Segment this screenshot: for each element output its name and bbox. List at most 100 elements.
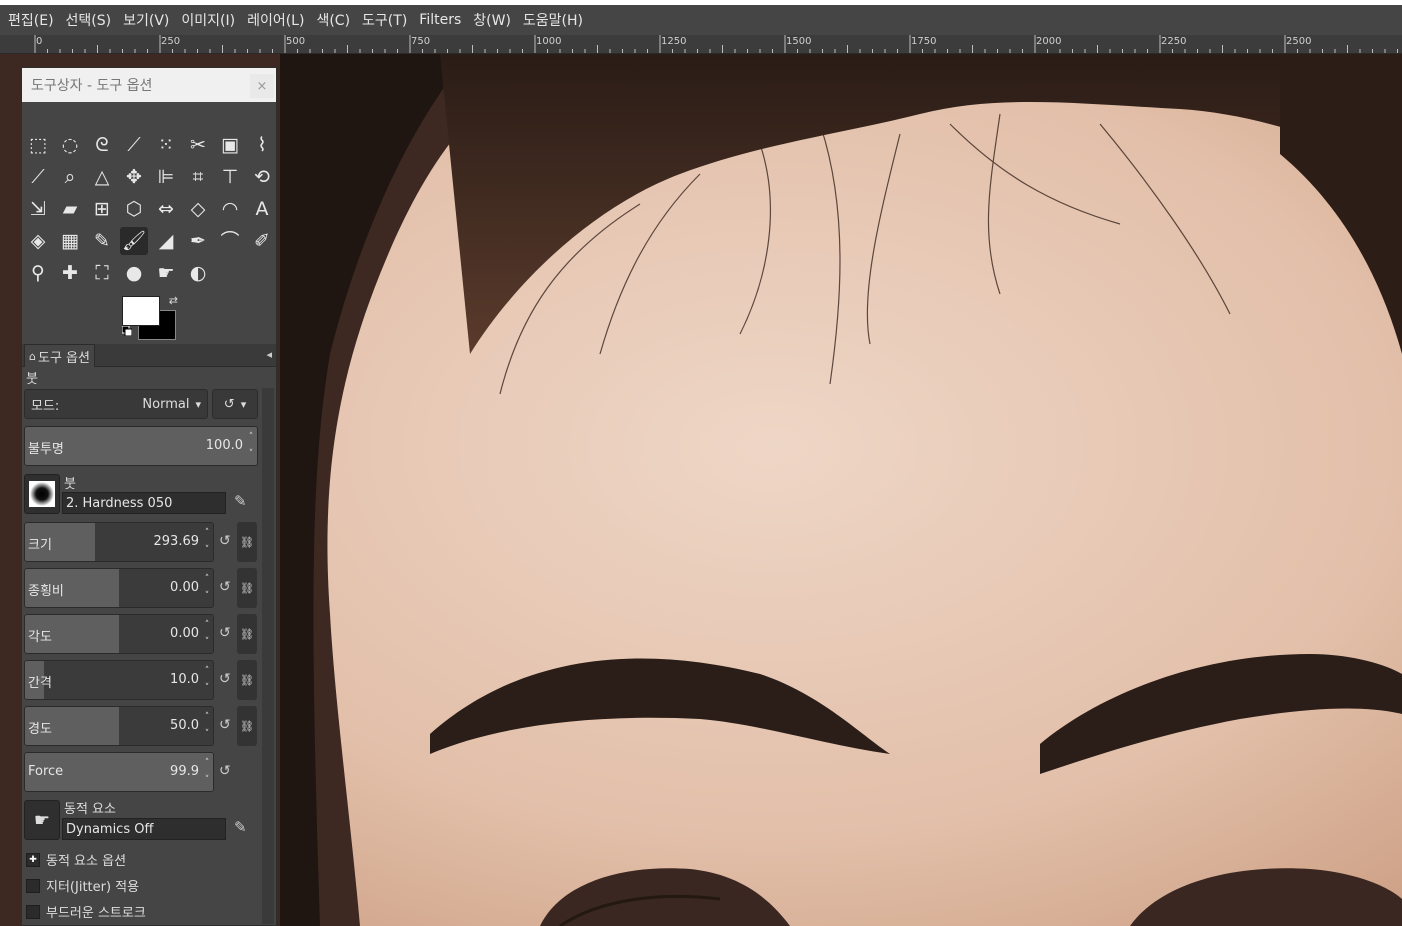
spin-arrows[interactable]: ˄ ˅ [202,617,212,651]
ruler-label: 2500 [1286,36,1312,47]
perspective-icon[interactable]: ⊞ [88,195,116,223]
text-icon[interactable]: A [248,195,276,223]
unified-transform-icon[interactable]: ⊤ [216,163,244,191]
paintbrush-icon[interactable]: 🖌 [120,227,148,255]
menu-select[interactable]: 선택(S) [60,10,118,30]
flip-icon[interactable]: ⇔ [152,195,180,223]
size-value: 293.69 [153,534,200,549]
fuzzy-select-icon[interactable]: ⟋ [120,131,148,159]
3d-transform-icon[interactable]: ⬡ [120,195,148,223]
spin-arrows[interactable]: ˄ ˅ [202,663,212,697]
blur-icon[interactable]: ● [120,259,148,287]
force-slider[interactable]: Force 99.9 ˄ ˅ [24,752,214,792]
jitter-checkbox[interactable]: 지터(Jitter) 적용 [26,876,139,895]
pencil-icon[interactable]: ✎ [88,227,116,255]
scale-icon[interactable]: ⇲ [24,195,52,223]
foreground-color-swatch[interactable] [122,296,160,326]
mode-reset-combo[interactable]: ↺ ▾ [212,389,258,419]
size-slider[interactable]: 크기 293.69 ˄ ˅ [24,522,214,562]
spin-arrows[interactable]: ˄ ˅ [202,709,212,743]
link-spacing-icon[interactable]: ⛓ [237,660,257,700]
ruler-label: 750 [411,36,431,47]
dodge-burn-icon[interactable]: ◐ [184,259,212,287]
smudge-icon[interactable]: ☛ [152,259,180,287]
warp-transform-icon[interactable]: ◠ [216,195,244,223]
spin-arrows[interactable]: ˄ ˅ [202,525,212,559]
reset-spacing-icon[interactable]: ↺ [219,671,231,687]
swap-colors-icon[interactable]: ⇄ [169,294,178,307]
mode-combo[interactable]: 모드: Normal ▾ [24,389,208,419]
tab-tool-options[interactable]: ⌂ 도구 옵션 [24,344,95,367]
spin-arrows[interactable]: ˄ ˅ [202,755,212,789]
dynamics-name-field[interactable]: Dynamics Off [62,818,226,840]
mypaint-brush-icon[interactable]: ✐ [248,227,276,255]
heal-icon[interactable]: ✚ [56,259,84,287]
link-angle-icon[interactable]: ⛓ [237,614,257,654]
eraser-icon[interactable]: ◢ [152,227,180,255]
shear-icon[interactable]: ▰ [56,195,84,223]
opacity-slider[interactable]: 불투명 100.0 ˄ ˅ [24,426,258,466]
angle-label: 각도 [28,630,52,645]
menu-tools[interactable]: 도구(T) [356,10,413,30]
spacing-slider[interactable]: 간격 10.0 ˄ ˅ [24,660,214,700]
scissors-icon[interactable]: ✂ [184,131,212,159]
foreground-select-icon[interactable]: ▣ [216,131,244,159]
menu-filters[interactable]: Filters [413,12,467,28]
move-icon[interactable]: ✥ [120,163,148,191]
link-hardness-icon[interactable]: ⛓ [237,706,257,746]
menu-colors[interactable]: 색(C) [310,10,356,30]
hardness-slider[interactable]: 경도 50.0 ˄ ˅ [24,706,214,746]
zoom-icon[interactable]: ⌕ [56,163,84,191]
menu-windows[interactable]: 창(W) [467,10,517,30]
perspective-clone-icon[interactable]: ⛶ [88,259,116,287]
smooth-stroke-checkbox[interactable]: 부드러운 스트로크 [26,902,146,921]
brush-label: 붓 [64,477,76,492]
close-icon[interactable]: × [250,74,274,98]
ellipse-select-icon[interactable]: ◌ [56,131,84,159]
reset-size-icon[interactable]: ↺ [219,533,231,549]
edit-dynamics-icon[interactable]: ✎ [234,818,247,836]
select-by-color-icon[interactable]: ⁙ [152,131,180,159]
reset-angle-icon[interactable]: ↺ [219,625,231,641]
airbrush-icon[interactable]: ✒ [184,227,212,255]
smooth-label: 부드러운 스트로크 [46,906,146,921]
ruler-label: 1000 [536,36,562,47]
reset-force-icon[interactable]: ↺ [219,763,231,779]
spin-arrows[interactable]: ˄ ˅ [202,571,212,605]
dock-titlebar[interactable]: 도구상자 - 도구 옵션 × [22,68,276,102]
angle-slider[interactable]: 각도 0.00 ˄ ˅ [24,614,214,654]
gradient-icon[interactable]: ▦ [56,227,84,255]
reset-hardness-icon[interactable]: ↺ [219,717,231,733]
align-icon[interactable]: ⊫ [152,163,180,191]
horizontal-ruler[interactable]: 0 250 500 750 1000 1250 1500 1750 2000 2… [0,35,1402,54]
clone-icon[interactable]: ⚲ [24,259,52,287]
reset-aspect-icon[interactable]: ↺ [219,579,231,595]
link-aspect-icon[interactable]: ⛓ [237,568,257,608]
options-scrollbar[interactable] [262,388,274,924]
paths-icon[interactable]: ⌇ [248,131,276,159]
menu-image[interactable]: 이미지(I) [175,10,241,30]
spin-arrows[interactable]: ˄ ˅ [246,429,256,463]
brush-preview[interactable] [24,474,60,514]
dynamics-options-expander[interactable]: ✚ 동적 요소 옵션 [26,850,126,869]
cage-transform-icon[interactable]: ◇ [184,195,212,223]
aspect-ratio-slider[interactable]: 종횡비 0.00 ˄ ˅ [24,568,214,608]
edit-brush-icon[interactable]: ✎ [234,492,247,510]
tab-menu-icon[interactable]: ◂ [266,348,272,361]
menu-help[interactable]: 도움말(H) [517,10,589,30]
default-colors-icon[interactable] [122,326,132,336]
dynamics-preview[interactable]: ☛ [24,800,60,840]
crop-icon[interactable]: ⌗ [184,163,212,191]
rect-select-icon[interactable]: ⬚ [24,131,52,159]
brush-name-field[interactable]: 2. Hardness 050 [62,492,226,514]
measure-icon[interactable]: △ [88,163,116,191]
rotate-icon[interactable]: ⟲ [248,163,276,191]
free-select-icon[interactable]: ᘓ [88,131,116,159]
menu-layer[interactable]: 레이어(L) [241,10,310,30]
ink-icon[interactable]: ⌒ [216,227,244,255]
menu-view[interactable]: 보기(V) [117,10,175,30]
bucket-fill-icon[interactable]: ◈ [24,227,52,255]
menu-edit[interactable]: 편집(E) [0,10,60,30]
color-picker-icon[interactable]: ⟋ [24,163,52,191]
link-size-icon[interactable]: ⛓ [237,522,257,562]
